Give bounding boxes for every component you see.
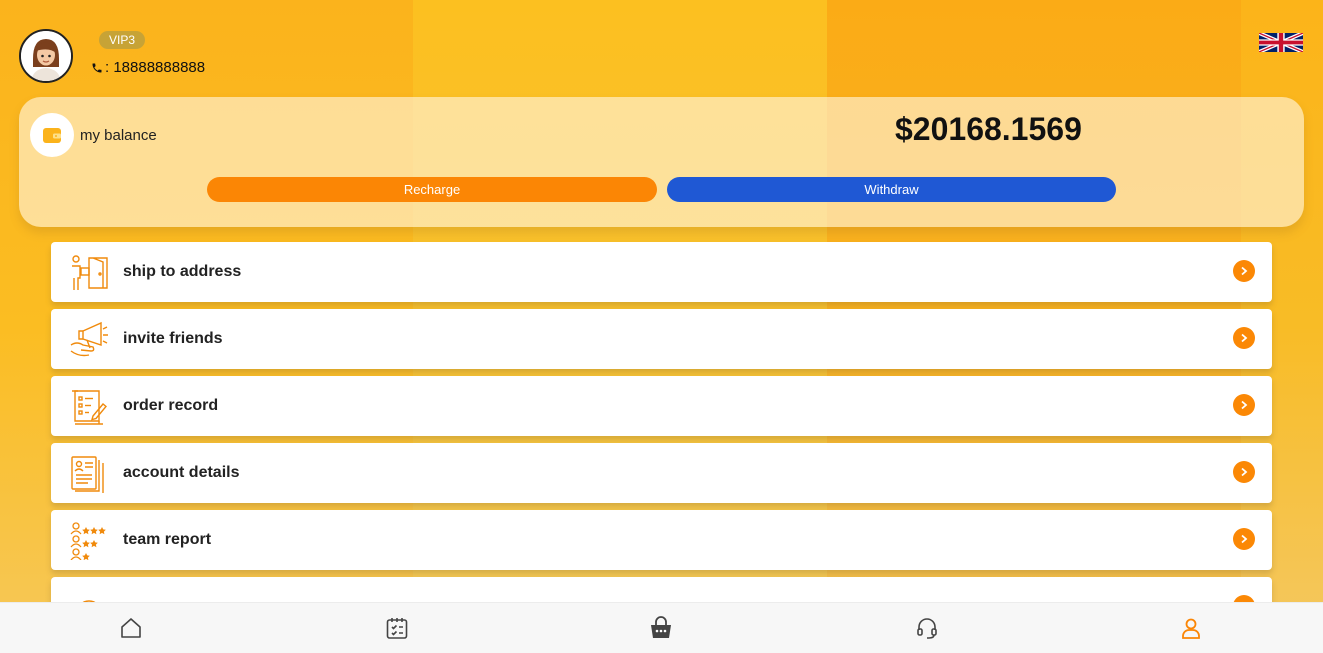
team-stars-icon bbox=[69, 522, 109, 561]
withdraw-button[interactable]: Withdraw bbox=[667, 177, 1116, 202]
menu-label: invite friends bbox=[123, 330, 223, 347]
menu-item-team-report[interactable]: team report bbox=[51, 510, 1272, 570]
chevron-right-icon[interactable] bbox=[1233, 327, 1255, 349]
document-icon bbox=[69, 455, 109, 493]
avatar[interactable] bbox=[19, 29, 73, 83]
menu-item-order-record[interactable]: order record bbox=[51, 376, 1272, 436]
menu-label: team report bbox=[123, 531, 212, 548]
balance-card: my balance $20168.1569 Recharge Withdraw bbox=[19, 97, 1304, 227]
menu-label: order record bbox=[123, 397, 219, 414]
wallet-icon bbox=[30, 113, 74, 157]
calendar-icon[interactable] bbox=[384, 615, 410, 641]
chevron-right-icon[interactable] bbox=[1233, 528, 1255, 550]
vip-badge: VIP3 bbox=[99, 31, 146, 49]
menu-label: ship to address bbox=[123, 263, 242, 280]
user-icon[interactable] bbox=[1178, 615, 1204, 641]
chevron-right-icon[interactable] bbox=[1233, 461, 1255, 483]
phone-icon bbox=[91, 59, 105, 76]
phone-prefix: : bbox=[105, 59, 110, 76]
delivery-icon bbox=[69, 254, 109, 292]
home-icon[interactable] bbox=[118, 615, 144, 641]
recharge-button[interactable]: Recharge bbox=[207, 177, 657, 202]
menu-label: account details bbox=[123, 464, 240, 481]
balance-label: my balance bbox=[80, 127, 157, 144]
phone-value: 18888888888 bbox=[113, 59, 206, 76]
uk-flag-icon[interactable] bbox=[1258, 31, 1304, 54]
shop-bag-icon[interactable] bbox=[648, 615, 674, 641]
menu-item-invite-friends[interactable]: invite friends bbox=[51, 309, 1272, 369]
megaphone-icon bbox=[69, 321, 109, 359]
checklist-icon bbox=[69, 388, 109, 426]
bottom-nav bbox=[0, 602, 1323, 653]
phone-number: : 18888888888 bbox=[91, 59, 205, 76]
balance-amount: $20168.1569 bbox=[895, 111, 1082, 147]
menu-item-account-details[interactable]: account details bbox=[51, 443, 1272, 503]
menu-item-ship-to-address[interactable]: ship to address bbox=[51, 242, 1272, 302]
chevron-right-icon[interactable] bbox=[1233, 394, 1255, 416]
headset-icon[interactable] bbox=[914, 615, 940, 641]
chevron-right-icon[interactable] bbox=[1233, 260, 1255, 282]
